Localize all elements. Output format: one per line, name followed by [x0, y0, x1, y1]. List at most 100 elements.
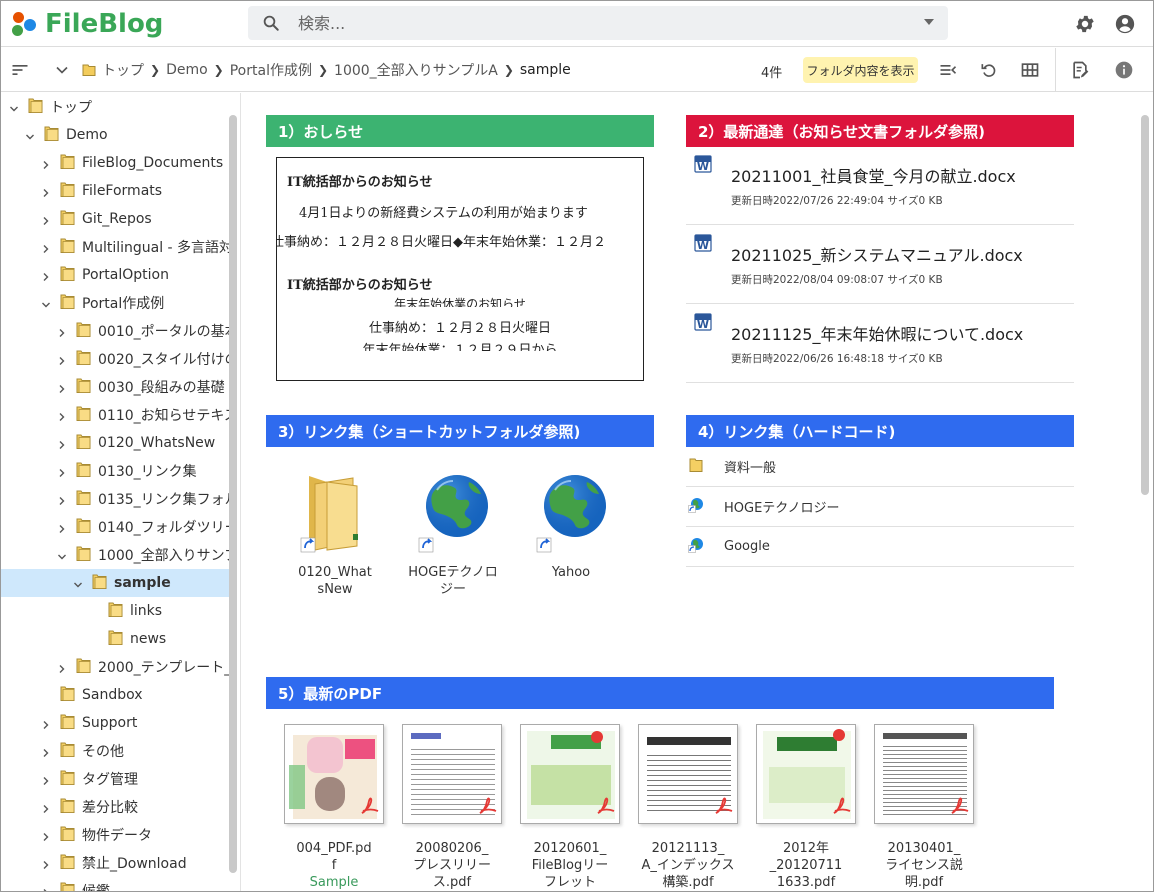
chevron-right-icon[interactable]: [41, 858, 51, 869]
pdf-item[interactable]: 20120601_ FileBlogリー フレット: [518, 724, 622, 891]
info-icon[interactable]: [1114, 60, 1134, 80]
chevron-right-icon[interactable]: [57, 410, 67, 421]
breadcrumb-item-sample-a[interactable]: 1000_全部入りサンプルA: [334, 60, 498, 80]
tree-item[interactable]: 1000_全部入りサンプ: [1, 541, 229, 569]
tree-item[interactable]: 0135_リンク集フォルダ: [1, 485, 229, 513]
tree-item[interactable]: sample: [1, 569, 229, 597]
chevron-right-icon[interactable]: [41, 242, 51, 253]
tree-item[interactable]: 候鑑: [1, 877, 229, 891]
shortcut-label-line: sNew: [317, 582, 353, 597]
hardcoded-link[interactable]: Google: [686, 527, 1074, 567]
pdf-item[interactable]: 20121113_ A_インデックス 構築.pdf: [636, 724, 740, 891]
hardcoded-link[interactable]: 資料一般: [686, 447, 1074, 487]
tree-item[interactable]: トップ: [1, 93, 229, 121]
chevron-down-icon[interactable]: [25, 130, 35, 140]
circular-doc-item[interactable]: W 20211125_年末年始休暇について.docx 更新日時2022/06/26 …: [686, 305, 1074, 383]
chevron-right-icon[interactable]: [57, 438, 67, 449]
tree-item[interactable]: Git_Repos: [1, 205, 229, 233]
tree-item[interactable]: 0020_スタイル付けの基: [1, 345, 229, 373]
circular-doc-item[interactable]: W 20211025_新システムマニュアル.docx 更新日時2022/08/04 …: [686, 226, 1074, 304]
main-scrollbar[interactable]: [1141, 115, 1149, 495]
pdf-item[interactable]: 20130401_ ライセンス説 明.pdf: [872, 724, 976, 891]
sort-icon[interactable]: [10, 60, 30, 80]
tree-item[interactable]: news: [1, 625, 229, 653]
link-label[interactable]: HOGEテクノロジー: [724, 497, 840, 516]
doc-name[interactable]: 20211001_社員食堂_今月の献立.docx: [731, 163, 1016, 187]
refresh-icon[interactable]: [979, 60, 999, 80]
tree-item[interactable]: Multilingual - 多言語対: [1, 233, 229, 261]
chevron-right-icon[interactable]: [57, 326, 67, 337]
tree-item[interactable]: 0130_リンク集: [1, 457, 229, 485]
breadcrumb-item-demo[interactable]: Demo: [166, 62, 208, 78]
breadcrumb-item-top[interactable]: トップ: [102, 60, 144, 80]
list-collapse-icon[interactable]: [938, 60, 958, 80]
tree-item[interactable]: 2000_テンプレート_作: [1, 653, 229, 681]
tree-item[interactable]: PortalOption: [1, 261, 229, 289]
grid-view-icon[interactable]: [1020, 60, 1040, 80]
circular-doc-item[interactable]: W 20211001_社員食堂_今月の献立.docx 更新日時2022/07/26 …: [686, 147, 1074, 225]
hardcoded-link[interactable]: HOGEテクノロジー: [686, 487, 1074, 527]
folder-icon: [60, 825, 75, 846]
chevron-right-icon[interactable]: [41, 158, 51, 169]
shortcut-item[interactable]: Yahoo: [516, 468, 626, 581]
tree-item[interactable]: 物件データ: [1, 821, 229, 849]
link-label[interactable]: Google: [724, 539, 770, 554]
tree-item[interactable]: FileBlog_Documents: [1, 149, 229, 177]
tree-item[interactable]: 0140_フォルダツリー: [1, 513, 229, 541]
chevron-right-icon[interactable]: [41, 214, 51, 225]
settings-gear-icon[interactable]: [1074, 13, 1096, 35]
chevron-right-icon[interactable]: [57, 466, 67, 477]
breadcrumb-item-current[interactable]: sample: [520, 62, 571, 78]
tree-item[interactable]: 0030_段組みの基礎: [1, 373, 229, 401]
chevron-right-icon[interactable]: [57, 494, 67, 505]
shortcut-item[interactable]: 0120_What sNew: [280, 468, 390, 598]
tree-item[interactable]: Support: [1, 709, 229, 737]
chevron-right-icon[interactable]: [57, 382, 67, 393]
chevron-down-icon[interactable]: [41, 298, 51, 308]
tree-item[interactable]: Demo: [1, 121, 229, 149]
chevron-right-icon[interactable]: [41, 718, 51, 729]
chevron-right-icon[interactable]: [41, 746, 51, 757]
chevron-right-icon[interactable]: [57, 354, 67, 365]
logo[interactable]: FileBlog: [9, 6, 163, 42]
tree-item[interactable]: Portal作成例: [1, 289, 229, 317]
chevron-right-icon[interactable]: [41, 830, 51, 841]
chevron-down-icon[interactable]: [73, 578, 83, 588]
tree-item[interactable]: Sandbox: [1, 681, 229, 709]
shortcut-item[interactable]: HOGEテクノロ ジー: [398, 468, 508, 598]
chevron-right-icon[interactable]: [41, 886, 51, 891]
chevron-down-icon[interactable]: [9, 102, 19, 112]
chevron-right-icon[interactable]: [41, 186, 51, 197]
tree-item[interactable]: その他: [1, 737, 229, 765]
tree-item[interactable]: タグ管理: [1, 765, 229, 793]
search-bar[interactable]: [248, 6, 948, 40]
search-dropdown-icon[interactable]: [924, 19, 934, 25]
chevron-right-icon[interactable]: [57, 522, 67, 533]
chevron-right-icon[interactable]: [41, 270, 51, 281]
chevron-right-icon[interactable]: [41, 802, 51, 813]
tree-item[interactable]: 0120_WhatsNew: [1, 429, 229, 457]
search-input[interactable]: [298, 11, 898, 35]
doc-name[interactable]: 20211025_新システムマニュアル.docx: [731, 242, 1023, 266]
doc-name[interactable]: 20211125_年末年始休暇について.docx: [731, 321, 1023, 345]
tree-item[interactable]: 差分比較: [1, 793, 229, 821]
pdf-item[interactable]: 004_PDF.pd f Sample: [282, 724, 386, 891]
edit-note-icon[interactable]: [1070, 60, 1090, 80]
chevron-right-icon[interactable]: [57, 662, 67, 673]
section-circulars-title: 2）最新通達（お知らせ文書フォルダ参照): [686, 115, 1074, 147]
account-icon[interactable]: [1114, 13, 1136, 35]
chevron-down-icon[interactable]: [57, 550, 67, 560]
show-folder-contents-button[interactable]: フォルダ内容を表示: [803, 57, 918, 83]
chevron-down-icon[interactable]: [52, 60, 72, 80]
breadcrumb-item-portal[interactable]: Portal作成例: [230, 60, 312, 80]
link-label[interactable]: 資料一般: [724, 457, 776, 476]
tree-item[interactable]: 0110_お知らせテキスト: [1, 401, 229, 429]
tree-item[interactable]: 禁止_Download: [1, 849, 229, 877]
tree-item[interactable]: links: [1, 597, 229, 625]
tree-scrollbar[interactable]: [229, 115, 237, 873]
tree-item[interactable]: FileFormats: [1, 177, 229, 205]
pdf-item[interactable]: 20080206_ プレスリリー ス.pdf: [400, 724, 504, 891]
chevron-right-icon[interactable]: [41, 774, 51, 785]
tree-item[interactable]: 0010_ポータルの基本: [1, 317, 229, 345]
pdf-item[interactable]: 2012年 _20120711 1633.pdf: [754, 724, 858, 891]
